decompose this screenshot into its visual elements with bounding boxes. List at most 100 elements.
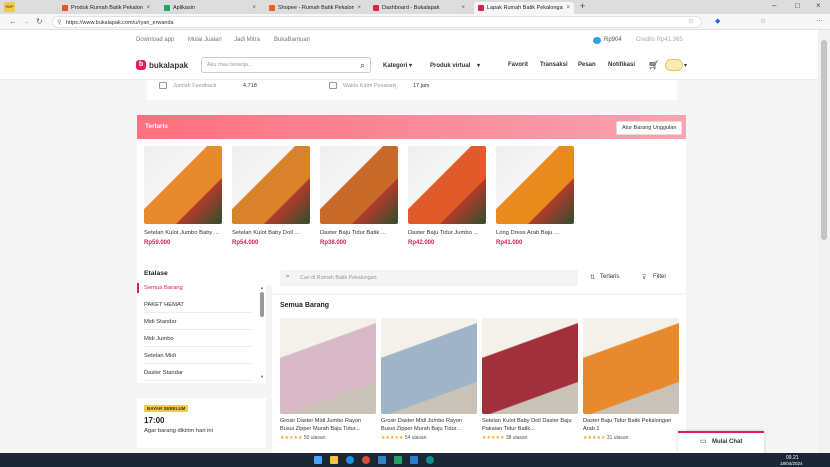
bukabantuan-link[interactable]: BukaBantuan bbox=[274, 37, 310, 43]
chrome-icon[interactable] bbox=[362, 456, 370, 464]
product-image[interactable] bbox=[280, 318, 376, 414]
transaksi-link[interactable]: Transaksi bbox=[540, 62, 568, 68]
jadi-mitra-link[interactable]: Jadi Mitra bbox=[234, 37, 260, 43]
semua-product-card[interactable]: Setelan Kulot Baby Doll Daster Baju Paka… bbox=[482, 318, 578, 441]
terlaris-title: Terlaris bbox=[145, 123, 169, 130]
produk-virtual-menu[interactable]: Produk virtual ▾ bbox=[430, 62, 480, 69]
product-name[interactable]: Long Dress Arab Baju ... bbox=[496, 230, 574, 236]
forward-icon[interactable]: → bbox=[22, 17, 30, 27]
info-icon[interactable]: ⓘ bbox=[393, 83, 398, 90]
etalase-item[interactable]: Midi Jumbo bbox=[144, 336, 252, 347]
store-search-input[interactable]: ⌕ Cari di Rumah Batik Pekalongan bbox=[280, 270, 578, 286]
tab-close-icon[interactable]: × bbox=[566, 5, 570, 11]
tab-aplikasin[interactable]: Aplikasin × bbox=[160, 2, 260, 14]
product-image[interactable] bbox=[408, 146, 486, 224]
semua-product-card[interactable]: Grosir Daster Midi Jumbo Rayon Busui Zip… bbox=[381, 318, 477, 441]
product-image[interactable] bbox=[482, 318, 578, 414]
terlaris-product-card[interactable]: Daster Baju Tidur Jumbo ... Rp42.000 bbox=[408, 146, 486, 246]
product-name[interactable]: Grosir Daster Midi Jumbo Rayon Busui Zip… bbox=[280, 417, 376, 433]
terlaris-product-card[interactable]: Long Dress Arab Baju ... Rp41.000 bbox=[496, 146, 574, 246]
mail-icon[interactable] bbox=[410, 456, 418, 464]
tab-dashboard[interactable]: Dashboard - Bukalapak × bbox=[369, 2, 469, 14]
etalase-item[interactable]: Setelan Midi bbox=[144, 353, 252, 364]
etalase-scrollbar[interactable]: ▲ ▼ bbox=[260, 285, 264, 379]
tab-shopee[interactable]: Shopee - Rumah Batik Pekalongan × bbox=[265, 2, 365, 14]
scroll-down-icon[interactable]: ▼ bbox=[260, 374, 264, 379]
avatar-chevron-icon[interactable]: ▾ bbox=[684, 62, 687, 69]
product-image[interactable] bbox=[320, 146, 398, 224]
favorites-icon[interactable]: ☆ bbox=[760, 17, 766, 27]
menu-dots-icon[interactable]: ⋯ bbox=[816, 17, 823, 27]
etalase-item[interactable]: Daster Standar bbox=[144, 370, 252, 381]
tab-close-icon[interactable]: × bbox=[357, 5, 361, 11]
close-window-icon[interactable]: × bbox=[816, 1, 821, 10]
download-app-link[interactable]: Download app bbox=[136, 37, 174, 43]
avatar[interactable] bbox=[665, 59, 683, 71]
product-name[interactable]: Setelan Kulot Baby Doll Daster Baju Paka… bbox=[482, 417, 578, 433]
page-scroll-thumb[interactable] bbox=[821, 40, 827, 240]
semua-product-card[interactable]: Grosir Daster Midi Jumbo Rayon Busui Zip… bbox=[280, 318, 376, 441]
chat-icon: ▭ bbox=[700, 438, 707, 445]
filter-button[interactable]: Filter bbox=[653, 274, 666, 280]
product-name[interactable]: Daster Baju Tidur Jumbo ... bbox=[408, 230, 486, 236]
credits-link[interactable]: Credits Rp41.365 bbox=[636, 37, 683, 43]
terlaris-product-card[interactable]: Setelan Kulot Jumbo Baby ... Rp59.000 bbox=[144, 146, 222, 246]
balance-link[interactable]: Rp904 bbox=[604, 37, 622, 43]
terlaris-product-card[interactable]: Setelan Kulot Baby Doll ... Rp54.000 bbox=[232, 146, 310, 246]
product-image[interactable] bbox=[144, 146, 222, 224]
tab-favicon-icon bbox=[164, 5, 170, 11]
new-tab-icon[interactable]: + bbox=[580, 1, 585, 11]
star-icon[interactable]: ☆ bbox=[688, 17, 694, 27]
bukalapak-logo[interactable]: b bukalapak bbox=[136, 60, 188, 70]
app-icon[interactable] bbox=[394, 456, 402, 464]
file-explorer-icon[interactable] bbox=[330, 456, 338, 464]
mulai-jualan-link[interactable]: Mulai Jualan bbox=[188, 37, 222, 43]
store-icon[interactable] bbox=[378, 456, 386, 464]
product-name[interactable]: Daster Baju Tidur Batik Pekalongan Arab … bbox=[583, 417, 679, 433]
search-input[interactable]: Aku mau belanja... ⌕ bbox=[201, 57, 371, 73]
etalase-item[interactable]: Semua Barang bbox=[144, 285, 252, 295]
edge-icon[interactable] bbox=[426, 456, 434, 464]
product-name[interactable]: Grosir Daster Midi Jumbo Rayon Busui Zip… bbox=[381, 417, 477, 433]
product-name[interactable]: Daster Baju Tidur Batik ... bbox=[320, 230, 398, 236]
atur-barang-button[interactable]: Atur Barang Unggulan bbox=[616, 121, 683, 135]
tab-close-icon[interactable]: × bbox=[146, 5, 150, 11]
pesan-link[interactable]: Pesan bbox=[578, 62, 596, 68]
etalase-item[interactable]: Midi Standar bbox=[144, 319, 252, 330]
maximize-icon[interactable]: □ bbox=[795, 1, 800, 10]
favorit-link[interactable]: Favorit bbox=[508, 62, 528, 68]
minimize-icon[interactable]: – bbox=[772, 1, 776, 10]
terlaris-product-card[interactable]: Daster Baju Tidur Batik ... Rp38.000 bbox=[320, 146, 398, 246]
etalase-item[interactable]: PAKET HEMAT bbox=[144, 302, 252, 313]
cutoff-time: 17:00 bbox=[144, 416, 165, 425]
extension-icon[interactable]: ◆ bbox=[715, 17, 720, 27]
tab-lapak[interactable]: Lapak Rumah Batik Pekalongan × bbox=[474, 2, 574, 14]
profile-avatar[interactable]: RBP bbox=[4, 2, 15, 12]
search-icon[interactable]: ⌕ bbox=[360, 58, 365, 73]
product-image[interactable] bbox=[381, 318, 477, 414]
url-input[interactable]: ⚲ https://www.bukalapak.com/u/ryan_erwan… bbox=[52, 16, 702, 28]
tab-close-icon[interactable]: × bbox=[461, 5, 465, 11]
scroll-up-icon[interactable]: ▲ bbox=[260, 285, 264, 290]
cart-icon[interactable]: 🛒︎ bbox=[648, 60, 659, 71]
sort-icon: ⇅ bbox=[590, 275, 596, 281]
tab-produk[interactable]: Produk Rumah Batik Pekalongan × bbox=[58, 2, 154, 14]
mulai-chat-button[interactable]: ▭ Mulai Chat bbox=[678, 431, 764, 453]
page-scrollbar[interactable] bbox=[818, 30, 830, 453]
start-icon[interactable] bbox=[314, 456, 322, 464]
sort-dropdown[interactable]: Terlaris bbox=[600, 274, 619, 280]
refresh-icon[interactable]: ↻ bbox=[36, 17, 43, 27]
product-image[interactable] bbox=[496, 146, 574, 224]
etalase-scroll-thumb[interactable] bbox=[260, 292, 264, 317]
browser-icon[interactable] bbox=[346, 456, 354, 464]
product-image[interactable] bbox=[583, 318, 679, 414]
semua-product-card[interactable]: Daster Baju Tidur Batik Pekalongan Arab … bbox=[583, 318, 679, 441]
back-icon[interactable]: ← bbox=[9, 17, 17, 27]
tab-title: Lapak Rumah Batik Pekalongan bbox=[487, 5, 564, 11]
tab-close-icon[interactable]: × bbox=[252, 5, 256, 11]
kategori-menu[interactable]: Kategori ▾ bbox=[383, 62, 412, 69]
product-image[interactable] bbox=[232, 146, 310, 224]
product-name[interactable]: Setelan Kulot Baby Doll ... bbox=[232, 230, 310, 236]
notifikasi-link[interactable]: Notifikasi bbox=[608, 62, 635, 68]
product-name[interactable]: Setelan Kulot Jumbo Baby ... bbox=[144, 230, 222, 236]
